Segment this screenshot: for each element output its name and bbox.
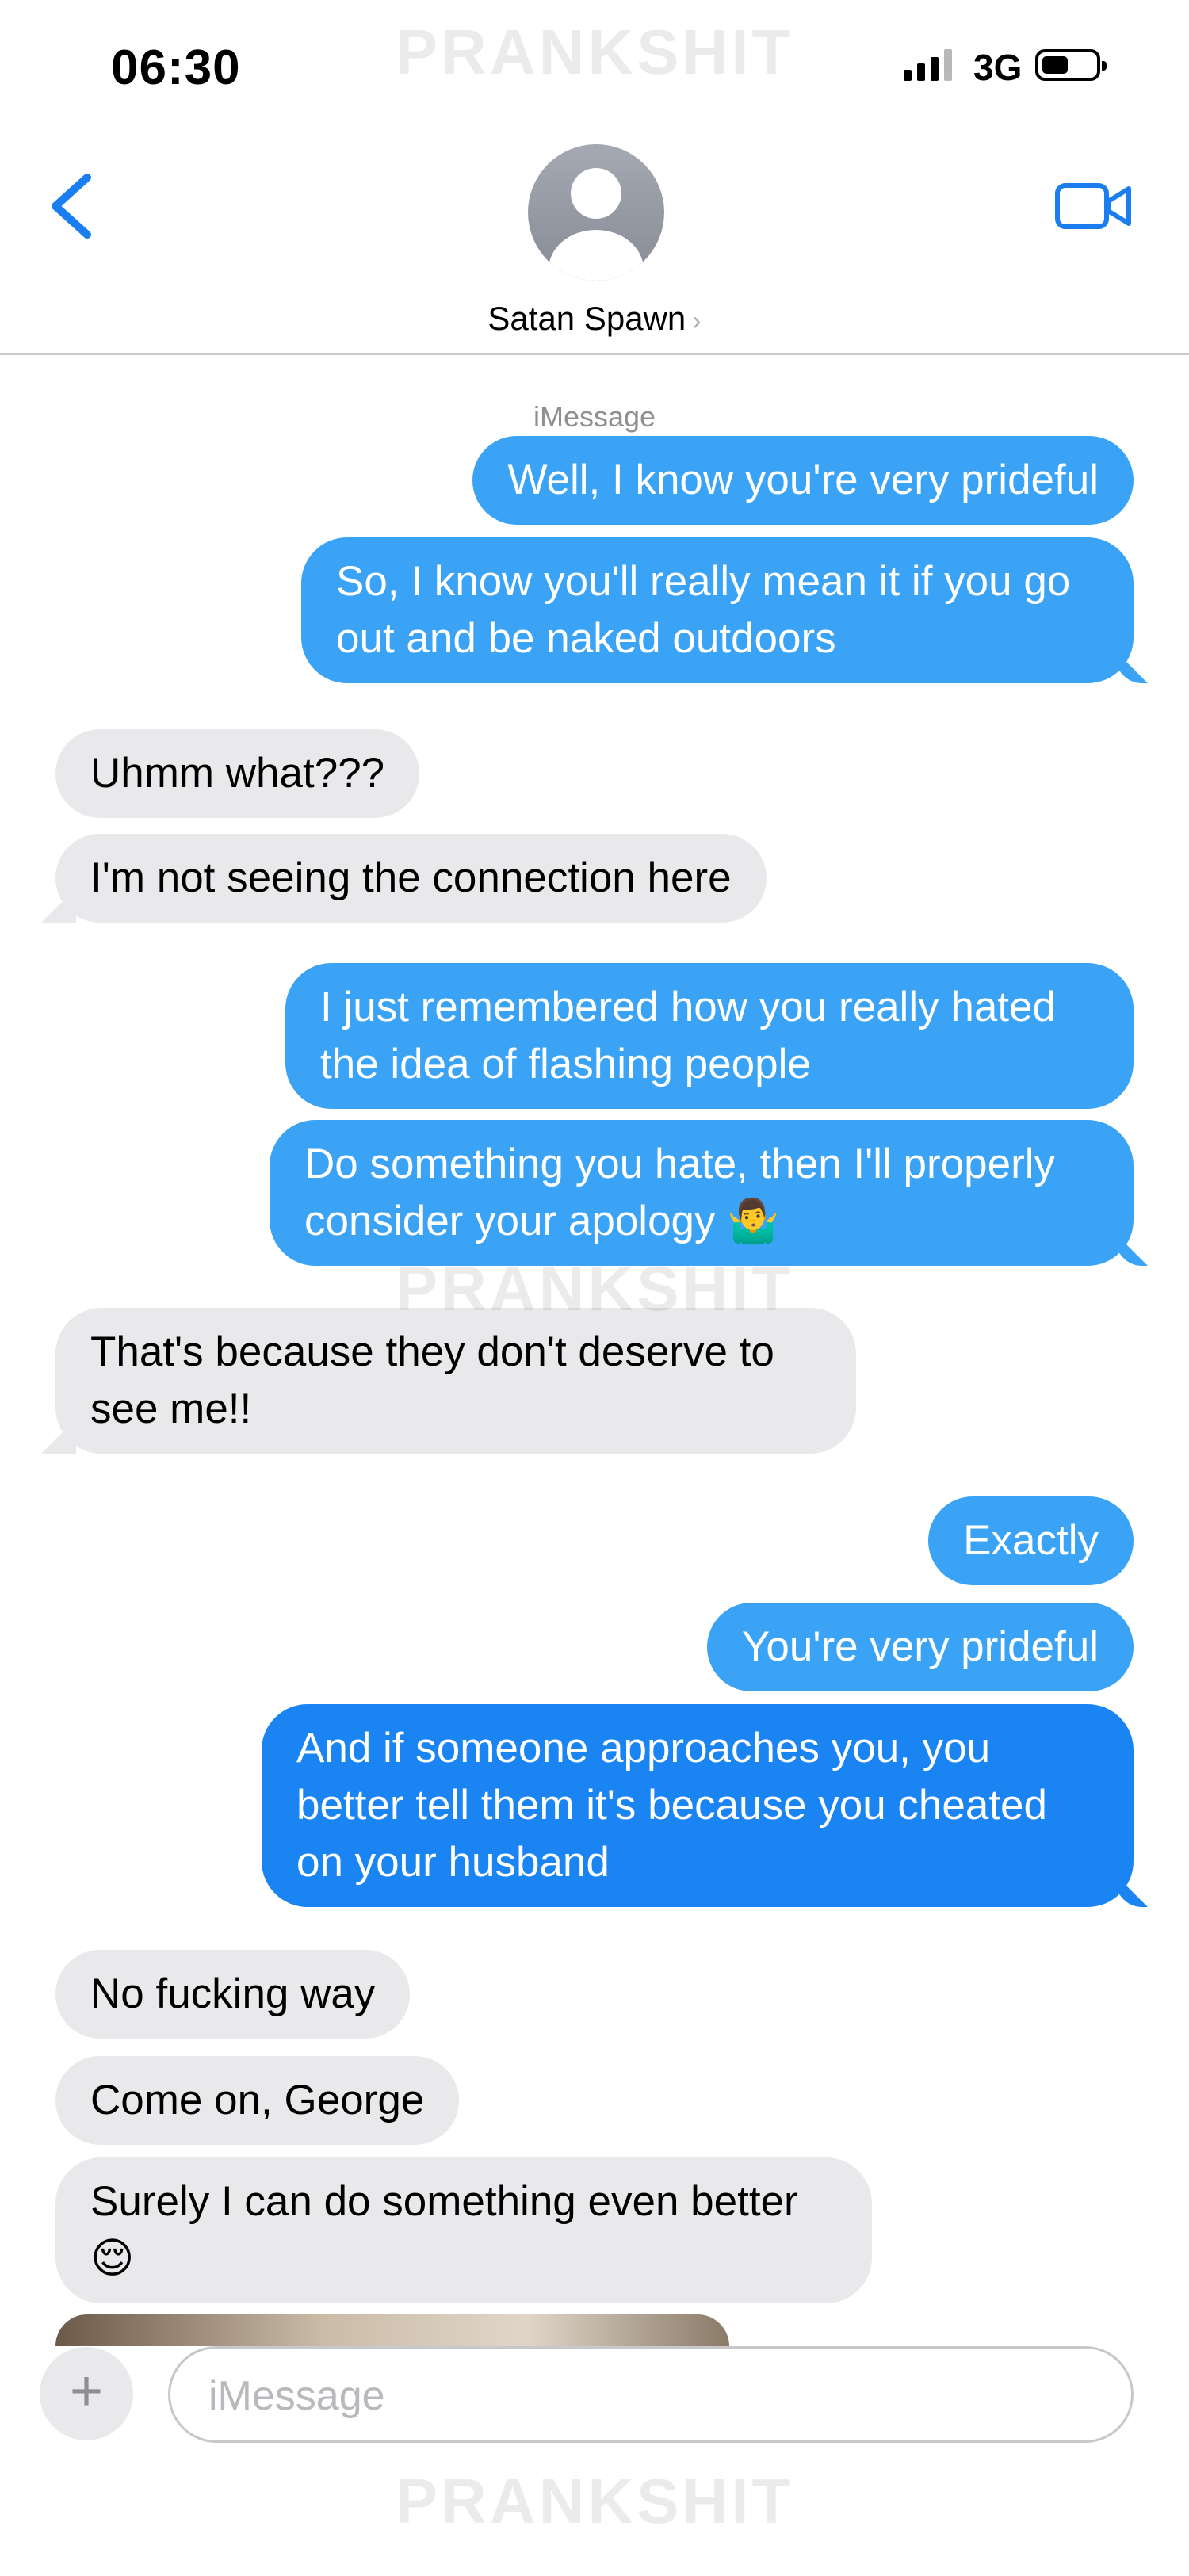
- message-bubble-received[interactable]: Surely I can do something even better 😌: [55, 2157, 872, 2303]
- message-bubble-sent[interactable]: Exactly: [928, 1496, 1134, 1585]
- message-bubble-sent[interactable]: So, I know you'll really mean it if you …: [301, 537, 1134, 683]
- conversation-header: Satan Spawn ›: [0, 135, 1189, 355]
- network-type: 3G: [973, 47, 1023, 88]
- compose-bar: + PRANKSHIT: [0, 2346, 1189, 2576]
- contact-name-button[interactable]: Satan Spawn ›: [0, 300, 1189, 338]
- message-input-field[interactable]: [168, 2346, 1134, 2443]
- message-bubble-sent[interactable]: And if someone approaches you, you bette…: [262, 1704, 1134, 1907]
- message-bubble-received[interactable]: Uhmm what???: [55, 729, 420, 818]
- status-bar: 06:30 3G: [0, 0, 1189, 135]
- message-bubble-sent[interactable]: You're very prideful: [706, 1603, 1134, 1691]
- message-bubble-received[interactable]: Come on, George: [55, 2056, 460, 2145]
- cellular-signal-icon: [904, 49, 952, 81]
- thread-service-label: iMessage: [533, 400, 656, 433]
- message-bubble-received[interactable]: I'm not seeing the connection here: [55, 834, 767, 923]
- watermark-bottom: PRANKSHIT: [395, 2466, 794, 2536]
- plus-icon: +: [69, 2360, 104, 2423]
- message-input[interactable]: [207, 2363, 1003, 2429]
- video-camera-icon[interactable]: [1053, 174, 1135, 238]
- chevron-left-icon[interactable]: [41, 166, 105, 246]
- image-attachment-preview[interactable]: [55, 2314, 729, 2346]
- message-bubble-received[interactable]: No fucking way: [55, 1950, 411, 2039]
- message-bubble-sent[interactable]: I just remembered how you really hated t…: [285, 963, 1134, 1109]
- contact-name: Satan Spawn: [487, 300, 686, 337]
- battery-icon: [1035, 49, 1107, 81]
- contact-avatar[interactable]: [528, 144, 664, 281]
- message-bubble-sent[interactable]: Do something you hate, then I'll properl…: [270, 1120, 1134, 1266]
- status-time: 06:30: [111, 40, 241, 95]
- message-bubble-sent[interactable]: Well, I know you're very prideful: [472, 436, 1134, 525]
- add-attachment-button[interactable]: +: [40, 2347, 133, 2440]
- chevron-right-icon: ›: [692, 306, 702, 336]
- message-bubble-received[interactable]: That's because they don't deserve to see…: [55, 1308, 856, 1454]
